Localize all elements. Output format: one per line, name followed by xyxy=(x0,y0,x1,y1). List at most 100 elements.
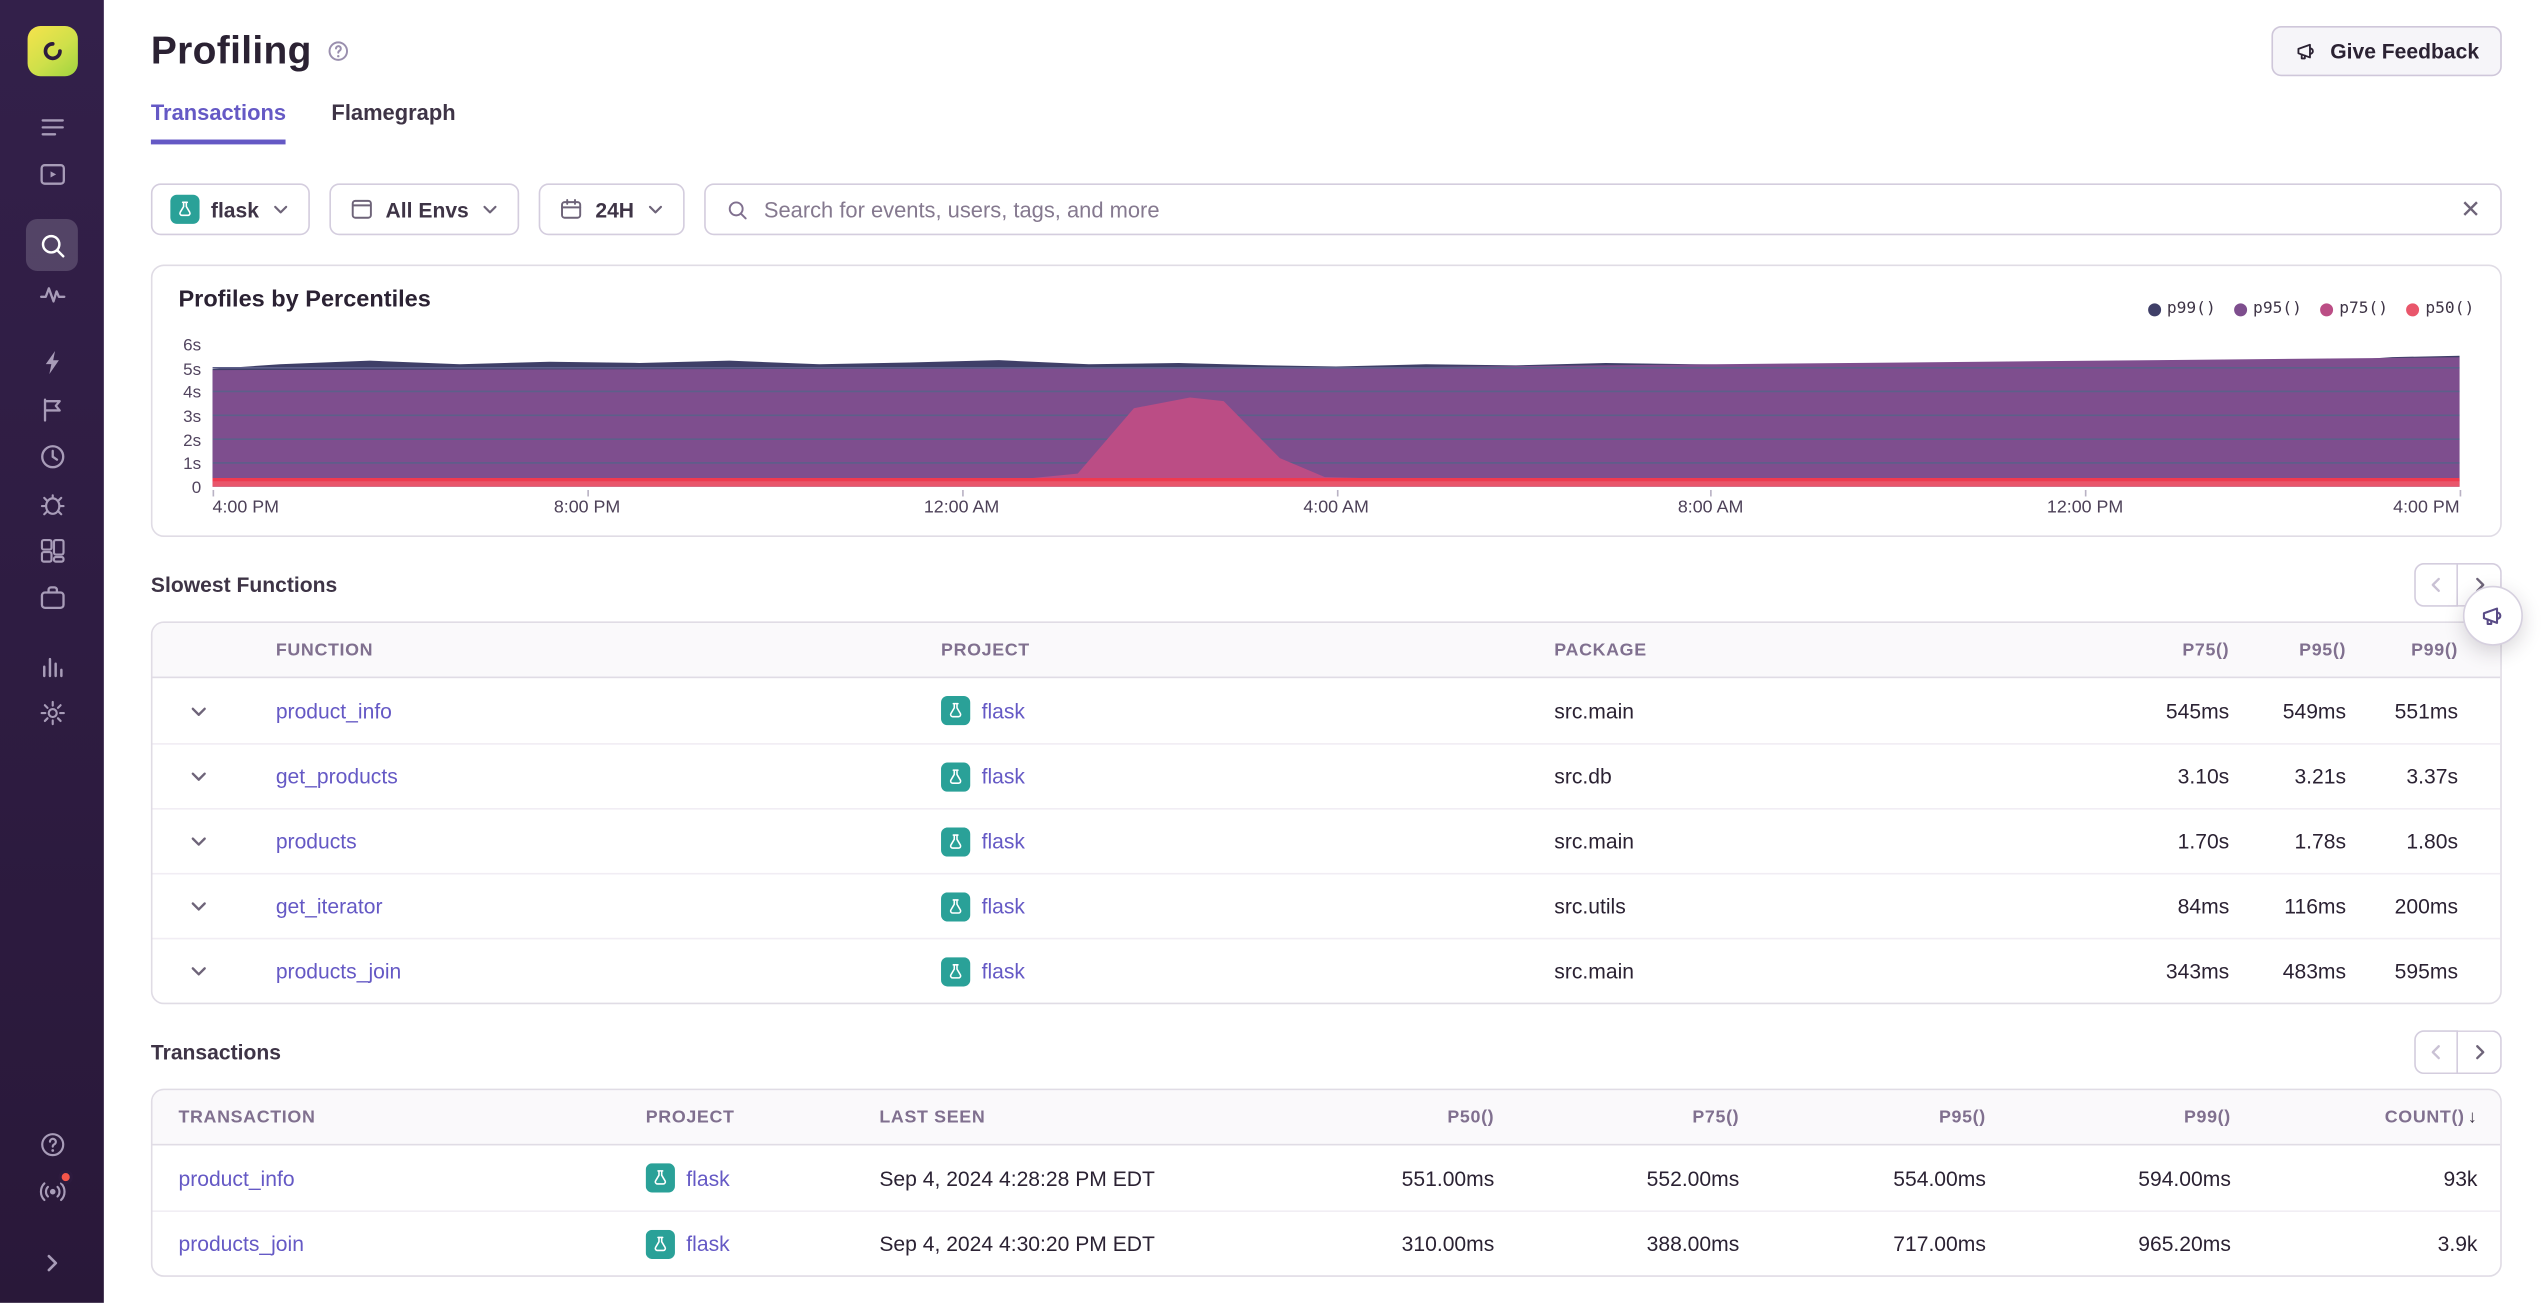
notification-dot xyxy=(58,1169,74,1185)
legend-item[interactable]: p75() xyxy=(2319,300,2389,319)
lightning-icon[interactable] xyxy=(26,339,78,386)
count-cell: 3.9k xyxy=(2437,1231,2478,1256)
gear-icon[interactable] xyxy=(26,690,78,737)
column-header[interactable]: FUNCTION xyxy=(243,640,941,659)
chart-title: Profiles by Percentiles xyxy=(178,287,431,314)
sidebar xyxy=(0,0,104,1303)
column-header[interactable]: P50() xyxy=(1251,1107,1494,1126)
legend-label: p75() xyxy=(2339,300,2389,319)
legend-item[interactable]: p99() xyxy=(2147,300,2216,318)
legend-item[interactable]: p50() xyxy=(2405,300,2474,318)
expand-row-button[interactable] xyxy=(187,700,208,721)
expand-row-button[interactable] xyxy=(187,831,208,852)
function-link[interactable]: products xyxy=(276,829,357,853)
next-page-button[interactable] xyxy=(2458,1030,2502,1075)
prev-page-button[interactable] xyxy=(2414,562,2459,607)
chevron-down-icon xyxy=(480,200,499,219)
search-input[interactable] xyxy=(763,197,2446,222)
sentry-logo[interactable] xyxy=(26,25,78,77)
prev-page-button[interactable] xyxy=(2414,1030,2459,1075)
project-link[interactable]: flask xyxy=(686,1231,729,1255)
search-icon[interactable] xyxy=(25,219,78,271)
column-header[interactable]: P95() xyxy=(2229,640,2346,659)
project-link[interactable]: flask xyxy=(982,698,1025,722)
y-tick-label: 6s xyxy=(183,335,202,356)
flask-project-icon xyxy=(941,891,971,921)
main-content: Profiling Give Feedback Transactions Fla… xyxy=(104,0,2544,1303)
slowest-function-row: products_join flask src.main 343ms 483ms 595m… xyxy=(152,937,2501,1003)
x-tick-label: 4:00 PM xyxy=(2393,498,2460,518)
tab-transactions[interactable]: Transactions xyxy=(150,101,287,145)
package-cell: src.main xyxy=(1554,958,1635,984)
column-header[interactable]: P99() xyxy=(1986,1107,2231,1126)
expand-chevron-icon[interactable] xyxy=(26,1240,78,1287)
column-header[interactable]: P99() xyxy=(2346,640,2500,659)
project-link[interactable]: flask xyxy=(982,959,1025,983)
transaction-link[interactable]: product_info xyxy=(178,1166,294,1190)
function-link[interactable]: product_info xyxy=(276,698,392,722)
project-link[interactable]: flask xyxy=(982,894,1025,918)
p95-cell: 483ms xyxy=(2282,958,2347,984)
transaction-row: products_join flask Sep 4, 2024 4:30:20 PM… xyxy=(152,1210,2501,1275)
column-header[interactable]: PACKAGE xyxy=(1554,640,2112,659)
p99-cell: 551ms xyxy=(2394,698,2459,723)
clock-icon[interactable] xyxy=(26,433,78,480)
column-header[interactable]: P75() xyxy=(1494,1107,1739,1126)
column-header[interactable]: P75() xyxy=(2112,640,2229,659)
bug-icon[interactable] xyxy=(26,480,78,527)
y-tick-label: 4s xyxy=(183,383,202,403)
help-circle-icon[interactable] xyxy=(326,39,350,63)
package-cell: src.main xyxy=(1554,829,1635,854)
legend-item[interactable]: p95() xyxy=(2233,300,2302,318)
column-header[interactable]: TRANSACTION xyxy=(153,1107,646,1126)
percentiles-chart[interactable] xyxy=(212,344,2460,487)
legend-dot xyxy=(2233,302,2247,316)
date-range-filter-button[interactable]: 24H xyxy=(538,183,685,236)
megaphone-icon xyxy=(2482,607,2502,626)
last-seen-cell: Sep 4, 2024 4:28:28 PM EDT xyxy=(879,1165,1155,1191)
flask-project-icon xyxy=(645,1163,675,1193)
series-area-p95 xyxy=(212,357,2460,487)
give-feedback-button[interactable]: Give Feedback xyxy=(2271,25,2502,77)
function-link[interactable]: get_products xyxy=(276,764,398,788)
transaction-link[interactable]: products_join xyxy=(178,1231,303,1255)
x-tick-mark xyxy=(212,489,215,497)
column-header[interactable]: LAST SEEN xyxy=(879,1107,1251,1126)
feedback-widget-button[interactable] xyxy=(2462,585,2523,646)
y-tick-label: 2s xyxy=(183,431,202,451)
project-link[interactable]: flask xyxy=(982,764,1025,788)
expand-row-button[interactable] xyxy=(187,766,208,787)
project-filter-button[interactable]: flask xyxy=(150,183,310,236)
column-header[interactable]: PROJECT xyxy=(941,640,1554,659)
sidebar-bottom xyxy=(26,1121,78,1303)
table-body: product_info flask src.main 545ms 549ms 551ms… xyxy=(152,678,2501,1003)
broadcast-icon[interactable] xyxy=(26,1168,78,1215)
clear-icon[interactable]: ✕ xyxy=(2460,197,2480,221)
flag-icon[interactable] xyxy=(26,386,78,433)
x-tick-label: 4:00 AM xyxy=(1303,498,1369,518)
tab-bar: Transactions Flamegraph xyxy=(150,101,2502,145)
calendar-icon xyxy=(558,196,584,222)
grid-icon[interactable] xyxy=(26,527,78,574)
chevron-down-icon xyxy=(270,200,289,219)
briefcase-icon[interactable] xyxy=(26,574,78,621)
megaphone-icon xyxy=(2294,39,2318,63)
column-header[interactable]: PROJECT xyxy=(646,1107,880,1126)
environment-filter-button[interactable]: All Envs xyxy=(328,183,520,236)
column-header[interactable]: P95() xyxy=(1739,1107,1986,1126)
project-link[interactable]: flask xyxy=(686,1166,729,1190)
p75-cell: 343ms xyxy=(2165,958,2230,984)
project-link[interactable]: flask xyxy=(982,829,1025,853)
percentiles-chart-svg xyxy=(212,355,2460,487)
help-icon[interactable] xyxy=(26,1121,78,1168)
tab-flamegraph[interactable]: Flamegraph xyxy=(331,101,455,145)
expand-row-button[interactable] xyxy=(187,896,208,917)
bar-chart-icon[interactable] xyxy=(26,642,78,689)
column-header[interactable]: COUNT() ↓ xyxy=(2231,1107,2500,1126)
play-window-icon[interactable] xyxy=(26,151,78,198)
list-icon[interactable] xyxy=(26,104,78,151)
expand-row-button[interactable] xyxy=(187,960,208,981)
function-link[interactable]: products_join xyxy=(276,959,401,983)
pulse-icon[interactable] xyxy=(26,271,78,318)
function-link[interactable]: get_iterator xyxy=(276,894,383,918)
